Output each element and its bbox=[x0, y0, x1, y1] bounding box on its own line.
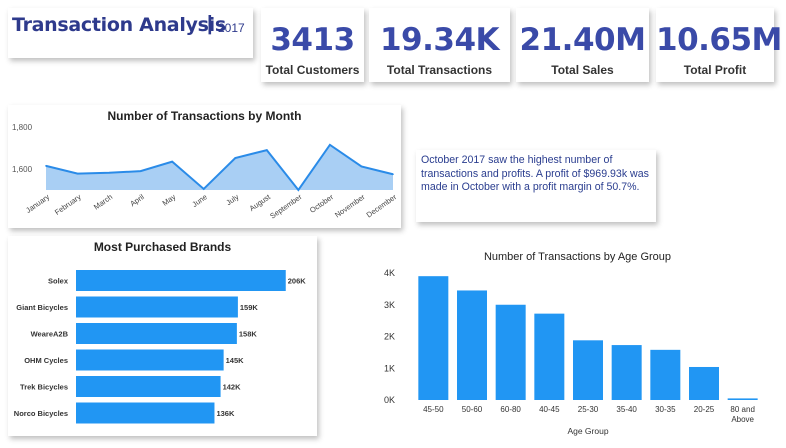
x-tick-label: March bbox=[92, 192, 114, 211]
bar bbox=[76, 376, 221, 397]
x-tick-label: 80 and Above bbox=[730, 405, 754, 424]
x-tick-label: January bbox=[24, 192, 51, 215]
x-tick-label: 50-60 bbox=[462, 405, 483, 414]
y-tick-label: 1K bbox=[384, 363, 395, 373]
data-point bbox=[139, 170, 142, 172]
bar bbox=[76, 270, 286, 291]
data-point bbox=[360, 165, 363, 168]
data-point bbox=[392, 173, 394, 176]
data-label: 159K bbox=[240, 303, 259, 312]
data-point bbox=[108, 171, 110, 174]
bar bbox=[76, 323, 237, 344]
category-label: Norco Bicycles bbox=[14, 409, 68, 418]
bar bbox=[76, 402, 215, 424]
data-point bbox=[234, 157, 237, 159]
data-point bbox=[76, 172, 79, 175]
data-label: 142K bbox=[223, 383, 242, 392]
bar bbox=[457, 290, 487, 400]
x-tick-label: 60-80 bbox=[500, 405, 521, 414]
y-tick-label: 3K bbox=[384, 300, 395, 310]
age-group-bar-chart: 0K 1K 2K 3K 4K 45-50 50-60 60-80 40-45 25-30 35-40… bbox=[384, 268, 758, 436]
page-title: Transaction Analysis bbox=[12, 14, 226, 36]
kpi-value: 3413 bbox=[270, 22, 355, 58]
y-tick-label: 4K bbox=[384, 268, 395, 278]
x-tick-label: August bbox=[248, 192, 273, 213]
bar bbox=[534, 313, 565, 400]
data-label: 136K bbox=[216, 409, 235, 418]
data-point bbox=[297, 189, 300, 191]
category-label: Solex bbox=[48, 277, 69, 286]
kpi-value: 10.65M bbox=[656, 22, 782, 58]
category-label: Giant Bicycles bbox=[16, 303, 68, 312]
category-label: Trek Bicycles bbox=[20, 383, 68, 392]
title-separator: | bbox=[207, 13, 213, 35]
title-year: 2017 bbox=[218, 21, 245, 35]
x-tick-label: December bbox=[365, 192, 399, 220]
y-tick-label: 0K bbox=[384, 395, 395, 405]
monthly-area-chart: 1,600 1,800 January February March April May Ju… bbox=[12, 123, 399, 221]
age-group-card[interactable]: Number of Transactions by Age Group 0K 1K… bbox=[380, 248, 775, 440]
x-tick-label: February bbox=[53, 192, 83, 217]
kpi-card-customers[interactable]: 3413 Total Customers bbox=[261, 8, 364, 82]
bar bbox=[611, 345, 642, 400]
kpi-label: Total Transactions bbox=[386, 63, 493, 77]
y-tick-label: 1,800 bbox=[12, 123, 33, 132]
bar bbox=[418, 276, 449, 400]
category-label: OHM Cycles bbox=[24, 356, 68, 365]
category-label: WeareA2B bbox=[31, 330, 69, 339]
y-tick-label: 2K bbox=[384, 332, 395, 342]
data-point bbox=[171, 160, 173, 163]
x-tick-label: October bbox=[308, 192, 335, 215]
x-tick-label: May bbox=[161, 192, 178, 208]
x-tick-label: 40-45 bbox=[539, 405, 560, 414]
x-tick-label: June bbox=[190, 192, 208, 209]
x-tick-label: 25-30 bbox=[578, 405, 599, 414]
x-tick-label: 45-50 bbox=[423, 405, 444, 414]
insight-text: October 2017 saw the highest number of t… bbox=[421, 154, 649, 193]
x-tick-label: 30-35 bbox=[655, 405, 676, 414]
data-point bbox=[266, 149, 268, 151]
kpi-label: Total Sales bbox=[551, 63, 614, 77]
kpi-value: 21.40M bbox=[519, 22, 646, 58]
data-label: 206K bbox=[288, 277, 307, 286]
kpi-label: Total Profit bbox=[683, 63, 747, 77]
monthly-transactions-card[interactable]: Number of Transactions by Month 1,600 1,8… bbox=[8, 105, 401, 228]
kpi-value: 19.34K bbox=[379, 22, 500, 58]
bar bbox=[650, 349, 681, 400]
x-tick-label: 35-40 bbox=[616, 405, 637, 414]
bar bbox=[573, 340, 603, 400]
data-point bbox=[202, 188, 205, 190]
x-axis-label: Age Group bbox=[567, 426, 608, 436]
data-label: 145K bbox=[226, 356, 245, 365]
x-tick-label: September bbox=[268, 192, 304, 221]
bar bbox=[76, 349, 224, 371]
brands-card[interactable]: Most Purchased Brands Solex 206K Giant Bic… bbox=[8, 236, 317, 436]
data-label: 158K bbox=[239, 330, 258, 339]
insight-card: October 2017 saw the highest number of t… bbox=[416, 150, 656, 222]
bar bbox=[727, 398, 758, 400]
x-tick-label: July bbox=[224, 192, 240, 207]
x-tick-label: 20-25 bbox=[694, 405, 715, 414]
x-tick-label: April bbox=[128, 192, 146, 208]
kpi-card-transactions[interactable]: 19.34K Total Transactions bbox=[369, 8, 510, 82]
brands-bar-chart: Solex 206K Giant Bicycles 159K WeareA2B 158K O… bbox=[14, 270, 307, 424]
data-point bbox=[45, 165, 47, 167]
y-tick-label: 1,600 bbox=[12, 165, 33, 174]
kpi-card-profit[interactable]: 10.65M Total Profit bbox=[656, 8, 782, 82]
bar bbox=[495, 304, 526, 400]
title-card: Transaction Analysis | 2017 bbox=[8, 8, 253, 58]
data-point bbox=[329, 144, 331, 146]
kpi-card-sales[interactable]: 21.40M Total Sales bbox=[516, 8, 649, 82]
bar bbox=[76, 296, 238, 318]
bar bbox=[689, 366, 719, 400]
kpi-label: Total Customers bbox=[265, 63, 360, 77]
x-tick-label: November bbox=[333, 192, 367, 220]
